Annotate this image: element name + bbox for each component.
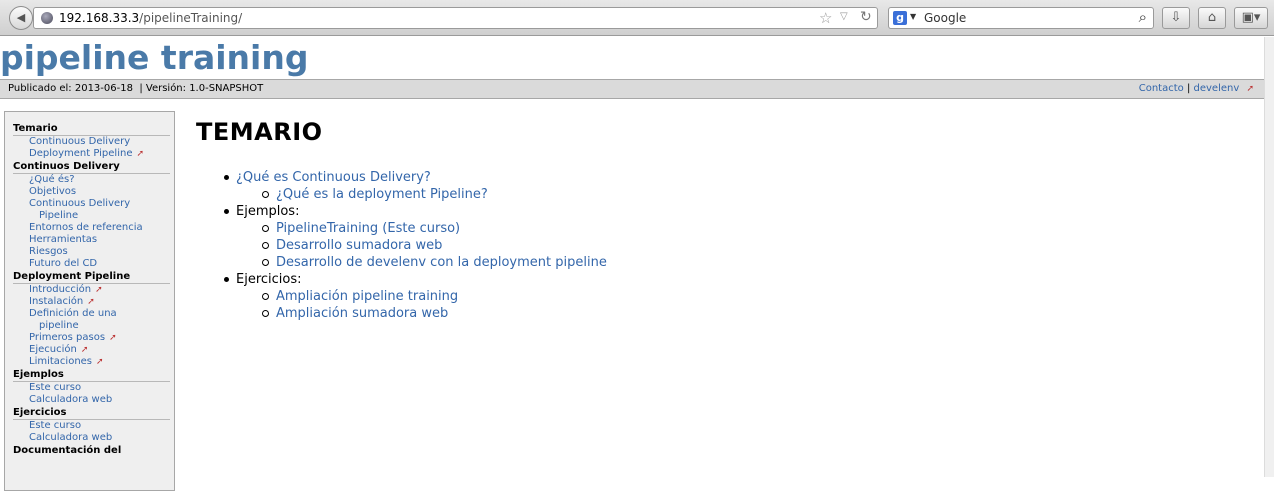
url-path: /pipelineTraining/: [139, 11, 243, 25]
sidebar-heading: Continuos Delivery: [13, 160, 170, 174]
toc-item-ejercicios: Ejercicios:: [220, 271, 607, 288]
site-title[interactable]: pipeline training: [0, 38, 308, 77]
sidebar-item-que-es[interactable]: ¿Qué és?: [13, 174, 170, 186]
sidebar-heading: Deployment Pipeline: [13, 270, 170, 284]
magnifier-icon[interactable]: ⌕: [1139, 8, 1147, 26]
develenv-link[interactable]: develenv: [1194, 83, 1240, 94]
toc-subitem-sumadora-web[interactable]: Desarrollo sumadora web: [220, 237, 607, 254]
sidebar-section-deployment-pipeline: Deployment Pipeline Introducción ➚ Instal…: [13, 270, 170, 368]
toc-subitem-deployment-pipeline[interactable]: ¿Qué es la deployment Pipeline?: [220, 186, 607, 203]
search-engine-dropdown-icon[interactable]: ▼: [910, 12, 916, 21]
sidebar-item-primeros-pasos[interactable]: Primeros pasos ➚: [13, 332, 170, 344]
external-link-icon: ➚: [96, 357, 104, 367]
external-link-icon: ➚: [80, 345, 89, 355]
sidebar-heading: Ejemplos: [13, 368, 170, 382]
contact-link[interactable]: Contacto: [1139, 83, 1184, 94]
sidebar-item-cd-pipeline[interactable]: Continuous Delivery Pipeline: [13, 198, 170, 222]
sidebar-item-calculadora-web[interactable]: Calculadora web: [13, 394, 170, 406]
sidebar-item-este-curso[interactable]: Este curso: [13, 382, 170, 394]
url-text[interactable]: 192.168.33.3/pipelineTraining/: [59, 11, 242, 25]
external-link-icon: ➚: [109, 333, 117, 343]
sidebar-item-objetivos[interactable]: Objetivos: [13, 186, 170, 198]
sidebar-heading: Ejercicios: [13, 406, 170, 420]
sidebar-section-ejemplos: Ejemplos Este curso Calculadora web: [13, 368, 170, 406]
sidebar-item-definicion[interactable]: Definición de una pipeline: [13, 308, 170, 332]
search-input[interactable]: Google: [924, 11, 966, 25]
globe-icon: [41, 12, 53, 24]
table-of-contents: ¿Qué es Continuous Delivery? ¿Qué es la …: [220, 169, 607, 322]
address-bar[interactable]: 192.168.33.3/pipelineTraining/ ☆ ▽ ↻: [33, 7, 878, 29]
google-icon[interactable]: g: [893, 11, 907, 25]
toc-item-ejemplos: Ejemplos:: [220, 203, 607, 220]
sidebar-section-ejercicios: Ejercicios Este curso Calculadora web: [13, 406, 170, 444]
reload-icon[interactable]: ↻: [860, 9, 872, 25]
toc-subitem-ampliacion-pipeline[interactable]: Ampliación pipeline training: [220, 288, 607, 305]
sidebar-section-documentacion: Documentación del: [13, 444, 170, 457]
external-link-icon: ➚: [1246, 84, 1254, 94]
sidebar-item-continuous-delivery[interactable]: Continuous Delivery: [13, 136, 170, 148]
header-links: Contacto | develenv ➚: [1139, 83, 1254, 94]
info-bar: Publicado el: 2013-06-18 | Versión: 1.0-…: [0, 79, 1264, 99]
bookmark-star-icon[interactable]: ☆: [819, 9, 832, 27]
sidebar-item-deployment-pipeline[interactable]: Deployment Pipeline ➚: [13, 148, 170, 160]
browser-toolbar: ◀ 192.168.33.3/pipelineTraining/ ☆ ▽ ↻ g…: [0, 0, 1274, 36]
external-link-icon: ➚: [136, 149, 145, 159]
url-host: 192.168.33.3: [59, 11, 140, 25]
version-label: | Versión: 1.0-SNAPSHOT: [139, 83, 264, 94]
sidebar-heading: Documentación del: [13, 445, 122, 456]
home-icon: ⌂: [1207, 10, 1217, 25]
toc-item-continuous-delivery[interactable]: ¿Qué es Continuous Delivery?: [220, 169, 607, 186]
download-button[interactable]: ⇩: [1162, 7, 1190, 29]
sidebar-item-limitaciones[interactable]: Limitaciones ➚: [13, 356, 170, 368]
menu-button[interactable]: ▣▾: [1234, 7, 1268, 29]
toc-subitem-ampliacion-sumadora[interactable]: Ampliación sumadora web: [220, 305, 607, 322]
back-button[interactable]: ◀: [9, 6, 33, 30]
published-date: Publicado el: 2013-06-18: [8, 83, 133, 94]
external-link-icon: ➚: [87, 297, 95, 307]
download-icon: ⇩: [1170, 10, 1182, 25]
sidebar-item-ejecucion[interactable]: Ejecución ➚: [13, 344, 170, 356]
page-title: TEMARIO: [196, 118, 323, 146]
sidebar-item-introduccion[interactable]: Introducción ➚: [13, 284, 170, 296]
toc-subitem-pipelinetraining[interactable]: PipelineTraining (Este curso): [220, 220, 607, 237]
history-dropdown-icon[interactable]: ▽: [840, 11, 848, 22]
menu-icon: ▣▾: [1241, 10, 1261, 25]
sidebar-section-temario: Temario Continuous Delivery Deployment P…: [13, 122, 170, 160]
external-link-icon: ➚: [95, 285, 103, 295]
separator: |: [1186, 83, 1191, 94]
sidebar-section-continuos-delivery: Continuos Delivery ¿Qué és? Objetivos Co…: [13, 160, 170, 270]
sidebar-heading: Temario: [13, 122, 170, 136]
sidebar-item-instalacion[interactable]: Instalación ➚: [13, 296, 170, 308]
sidebar-item-riesgos[interactable]: Riesgos: [13, 246, 170, 258]
vertical-scrollbar[interactable]: [1264, 37, 1274, 477]
sidebar-item-herramientas[interactable]: Herramientas: [13, 234, 170, 246]
home-button[interactable]: ⌂: [1198, 7, 1226, 29]
sidebar-nav: Temario Continuous Delivery Deployment P…: [4, 111, 175, 491]
sidebar-item-este-curso[interactable]: Este curso: [13, 420, 170, 432]
sidebar-item-futuro[interactable]: Futuro del CD: [13, 258, 170, 270]
sidebar-item-entornos[interactable]: Entornos de referencia: [13, 222, 170, 234]
search-bar[interactable]: g ▼ Google ⌕: [888, 7, 1154, 29]
sidebar-item-calculadora-web[interactable]: Calculadora web: [13, 432, 170, 444]
toc-subitem-develenv[interactable]: Desarrollo de develenv con la deployment…: [220, 254, 607, 271]
publication-info: Publicado el: 2013-06-18 | Versión: 1.0-…: [8, 83, 263, 94]
back-arrow-icon: ◀: [16, 11, 26, 24]
